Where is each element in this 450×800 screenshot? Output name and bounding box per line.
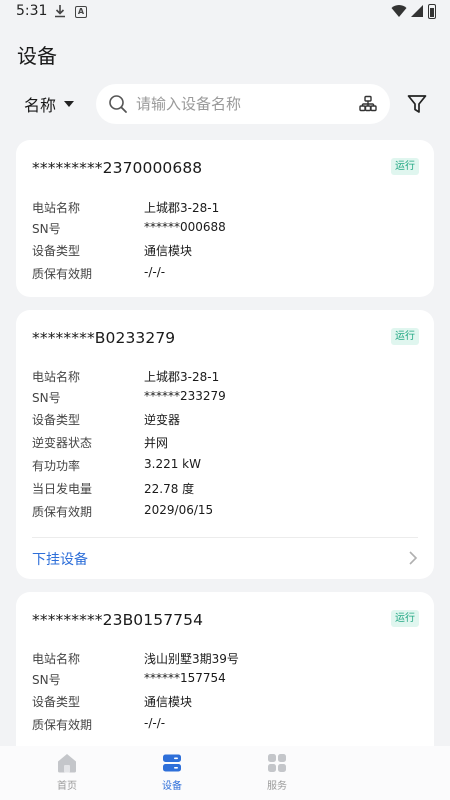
field-label: 质保有效期	[32, 505, 93, 519]
field-value: 逆变器	[144, 413, 181, 427]
field-label: SN号	[32, 673, 61, 687]
field-label: SN号	[32, 391, 61, 405]
field-value: 上城郡3-28-1	[144, 370, 220, 384]
sort-field-select[interactable]: 名称	[24, 92, 75, 116]
device-icon	[163, 754, 181, 772]
battery-icon	[428, 4, 436, 19]
wifi-icon	[391, 5, 407, 18]
field-value: 通信模块	[144, 244, 193, 258]
field-value: 3.221 kW	[144, 457, 201, 471]
device-id: *********23B0157754	[32, 611, 204, 629]
page-title: 设备	[17, 44, 57, 68]
field-label: 电站名称	[32, 201, 81, 215]
search-icon	[109, 95, 127, 113]
field-label: 逆变器状态	[32, 436, 93, 450]
sub-devices-link[interactable]: 下挂设备	[32, 549, 88, 569]
field-label: SN号	[32, 222, 61, 236]
chevron-right-icon[interactable]	[408, 550, 418, 566]
nav-item-device[interactable]: 设备	[142, 752, 202, 792]
field-label: 电站名称	[32, 370, 81, 384]
field-value: 并网	[144, 436, 169, 450]
field-value: 22.78 度	[144, 482, 195, 496]
status-time: 5:31	[16, 3, 48, 19]
field-value: -/-/-	[144, 265, 166, 279]
nav-item-home[interactable]: 首页	[37, 752, 97, 792]
a-notification-icon: A	[75, 6, 87, 18]
device-scan-icon[interactable]	[359, 95, 377, 113]
field-value: 通信模块	[144, 695, 193, 709]
field-value: ******000688	[144, 220, 226, 234]
nav-item-service[interactable]: 服务	[247, 752, 307, 792]
card-divider	[32, 537, 418, 538]
field-label: 当日发电量	[32, 482, 93, 496]
status-bar: 5:31 A	[0, 0, 450, 24]
nav-label: 首页	[57, 781, 77, 792]
sort-field-label: 名称	[24, 96, 57, 115]
field-label: 电站名称	[32, 652, 81, 666]
field-value: ******157754	[144, 671, 226, 685]
service-grid-icon	[268, 754, 286, 772]
field-value: 浅山别墅3期39号	[144, 652, 239, 666]
device-id: *********2370000688	[32, 159, 203, 177]
field-label: 设备类型	[32, 244, 81, 258]
device-list[interactable]: *********2370000688 运行 电站名称 上城郡3-28-1 SN…	[16, 140, 434, 746]
search-box[interactable]	[96, 84, 390, 124]
status-badge: 运行	[391, 328, 419, 345]
field-value: -/-/-	[144, 716, 166, 730]
field-label: 质保有效期	[32, 267, 93, 281]
field-value: 上城郡3-28-1	[144, 201, 220, 215]
download-icon	[55, 5, 65, 18]
caret-down-icon	[64, 101, 75, 107]
bottom-nav: 首页 设备 服务	[0, 746, 450, 800]
nav-label: 设备	[162, 781, 182, 792]
device-id: ********B0233279	[32, 329, 176, 347]
status-badge: 运行	[391, 158, 419, 175]
field-value: ******233279	[144, 389, 226, 403]
field-label: 设备类型	[32, 413, 81, 427]
field-value: 2029/06/15	[144, 503, 214, 517]
home-icon	[58, 754, 76, 773]
device-card[interactable]: ********B0233279 运行 电站名称 上城郡3-28-1 SN号 *…	[16, 310, 434, 579]
field-label: 设备类型	[32, 695, 81, 709]
status-badge: 运行	[391, 610, 419, 627]
signal-icon	[411, 5, 423, 17]
field-label: 质保有效期	[32, 718, 93, 732]
filter-icon[interactable]	[406, 93, 428, 115]
device-card[interactable]: *********23B0157754 运行 电站名称 浅山别墅3期39号 SN…	[16, 592, 434, 746]
device-card[interactable]: *********2370000688 运行 电站名称 上城郡3-28-1 SN…	[16, 140, 434, 297]
nav-label: 服务	[267, 781, 287, 792]
search-input[interactable]	[136, 92, 346, 116]
field-label: 有功功率	[32, 459, 81, 473]
